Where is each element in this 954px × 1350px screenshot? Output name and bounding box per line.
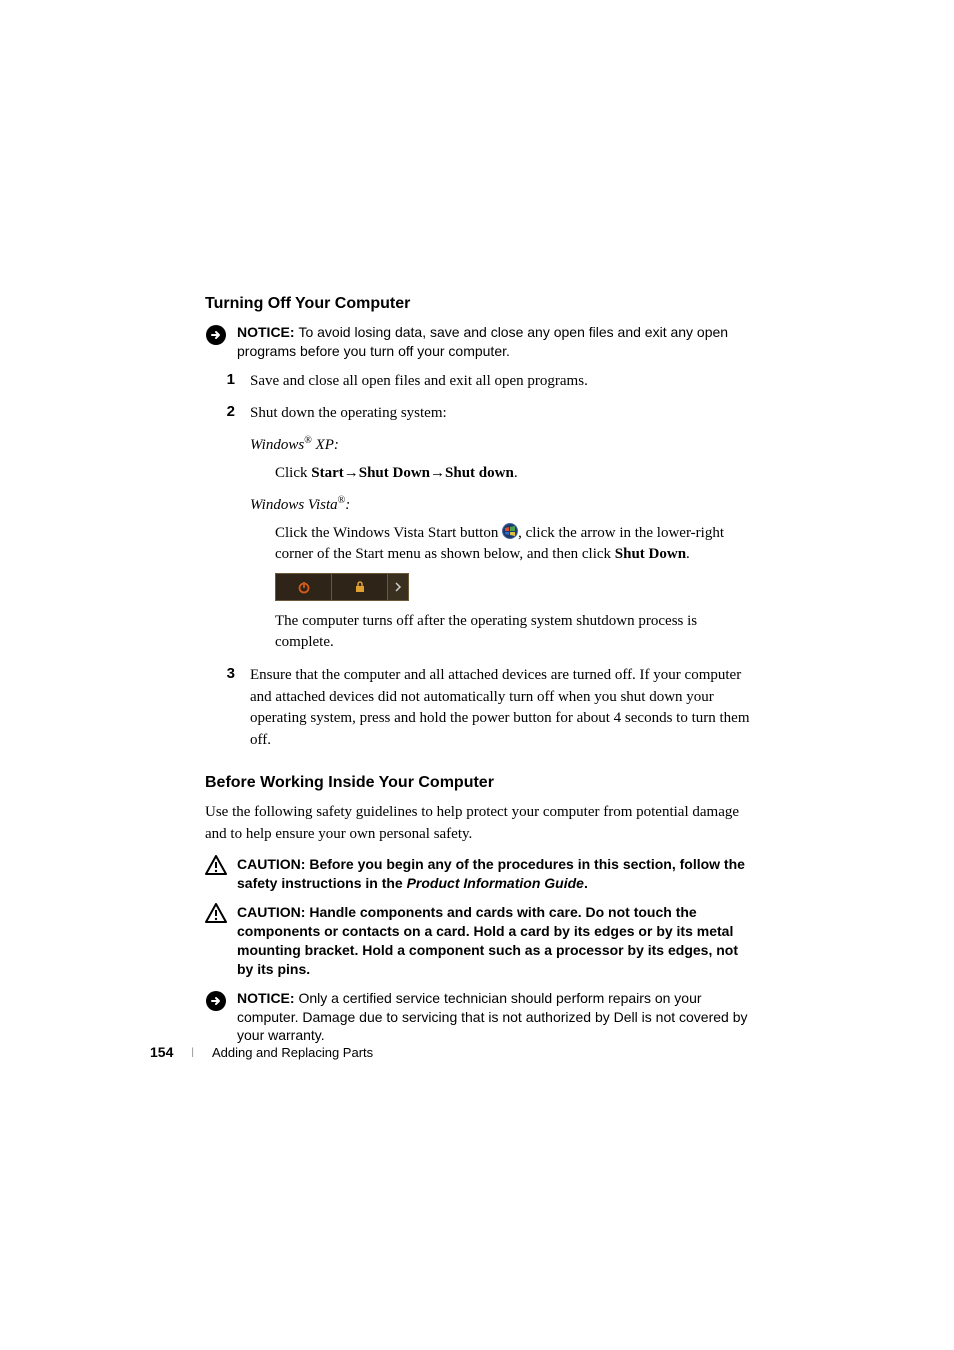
- page-number: 154: [150, 1044, 173, 1060]
- winxp-suffix: XP:: [312, 437, 339, 453]
- period: .: [584, 875, 588, 891]
- lock-icon: [332, 574, 388, 600]
- step-number: 2: [205, 403, 235, 659]
- notice-text-1: NOTICE: To avoid losing data, save and c…: [237, 323, 754, 361]
- winxp-word: Windows: [250, 437, 304, 453]
- caution-label: CAUTION:: [237, 904, 309, 920]
- vista-after-text: The computer turns off after the operati…: [275, 611, 754, 653]
- registered-mark: ®: [304, 435, 312, 446]
- step-body: Ensure that the computer and all attache…: [235, 665, 754, 756]
- power-icon: [276, 574, 332, 600]
- step-1-text: Save and close all open files and exit a…: [250, 371, 754, 393]
- start-label: Start: [311, 465, 344, 481]
- notice-label: NOTICE:: [237, 324, 298, 340]
- notice-block-2: NOTICE: Only a certified service technic…: [205, 989, 754, 1046]
- vista-start-menu-image: [275, 573, 409, 601]
- page-footer: 154 | Adding and Replacing Parts: [150, 1044, 373, 1060]
- caution-block-2: CAUTION: Handle components and cards wit…: [205, 903, 754, 979]
- step-2-text: Shut down the operating system:: [250, 403, 754, 425]
- vista-instruction: Click the Windows Vista Start button , c…: [275, 523, 754, 653]
- arrow: →: [344, 465, 359, 481]
- caution-block-1: CAUTION: Before you begin any of the pro…: [205, 855, 754, 893]
- text: Click: [275, 465, 311, 481]
- step-body: Save and close all open files and exit a…: [235, 371, 754, 397]
- step-number: 3: [205, 665, 235, 756]
- text: Click the Windows Vista Start button: [275, 525, 502, 541]
- notice-icon: [205, 990, 231, 1017]
- footer-section-title: Adding and Replacing Parts: [212, 1045, 373, 1060]
- step-3: 3 Ensure that the computer and all attac…: [205, 665, 754, 756]
- caution-label: CAUTION:: [237, 856, 309, 872]
- colon: :: [345, 497, 350, 513]
- windows-xp-label: Windows® XP:: [250, 434, 754, 457]
- step-body: Shut down the operating system: Windows®…: [235, 403, 754, 659]
- notice-body: To avoid losing data, save and close any…: [237, 324, 728, 359]
- intro-paragraph: Use the following safety guidelines to h…: [205, 802, 754, 846]
- step-1: 1 Save and close all open files and exit…: [205, 371, 754, 397]
- caution-body: Handle components and cards with care. D…: [237, 904, 738, 977]
- step-2: 2 Shut down the operating system: Window…: [205, 403, 754, 659]
- period: .: [686, 546, 690, 562]
- period: .: [514, 465, 518, 481]
- winxp-instruction: Click Start→Shut Down→Shut down.: [275, 463, 754, 484]
- caution-icon: [205, 903, 231, 928]
- footer-divider: |: [191, 1047, 194, 1058]
- product-info-guide: Product Information Guide: [407, 875, 584, 891]
- section-heading-before-working: Before Working Inside Your Computer: [205, 774, 754, 792]
- shutdown-label-2: Shut down: [445, 465, 514, 481]
- vista-word: Windows Vista: [250, 497, 338, 513]
- vista-start-button-icon: [502, 523, 518, 539]
- windows-vista-label: Windows Vista®:: [250, 494, 754, 517]
- step-number: 1: [205, 371, 235, 397]
- notice-block-1: NOTICE: To avoid losing data, save and c…: [205, 323, 754, 361]
- notice-label: NOTICE:: [237, 990, 298, 1006]
- arrow-icon: [388, 574, 408, 600]
- caution-text-2: CAUTION: Handle components and cards wit…: [237, 903, 754, 979]
- notice-icon: [205, 324, 231, 351]
- notice-text-2: NOTICE: Only a certified service technic…: [237, 989, 754, 1046]
- arrow: →: [430, 465, 445, 481]
- caution-text-1: CAUTION: Before you begin any of the pro…: [237, 855, 754, 893]
- notice-body: Only a certified service technician shou…: [237, 990, 748, 1044]
- shutdown-label: Shut Down: [359, 465, 430, 481]
- shutdown-label: Shut Down: [615, 546, 686, 562]
- caution-icon: [205, 855, 231, 880]
- section-heading-turning-off: Turning Off Your Computer: [205, 295, 754, 313]
- step-3-text: Ensure that the computer and all attache…: [250, 665, 754, 752]
